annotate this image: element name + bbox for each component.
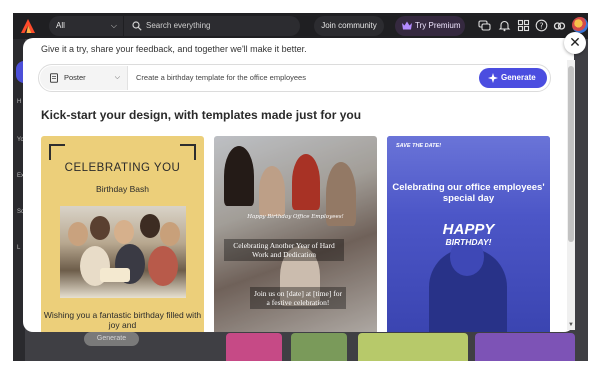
save-the-date-badge: SAVE THE DATE!: [396, 143, 442, 149]
template-card-office-employees[interactable]: Happy Birthday Office Employees! Celebra…: [214, 136, 377, 332]
close-icon[interactable]: ✕: [564, 32, 586, 54]
creative-cloud-icon[interactable]: [553, 19, 566, 32]
join-community-button[interactable]: Join community: [314, 16, 384, 36]
template-card-save-the-date[interactable]: SAVE THE DATE! Celebrating our office em…: [387, 136, 550, 332]
template-title: Celebrating our office employees' specia…: [392, 182, 545, 204]
help-icon[interactable]: ?: [535, 19, 548, 32]
search-icon: [132, 21, 142, 31]
background-template-tile[interactable]: [291, 333, 347, 361]
template-body-text: Wishing you a fantastic birthday filled …: [43, 310, 202, 330]
chevron-down-icon: ⌵: [110, 21, 117, 30]
chat-icon[interactable]: [478, 19, 491, 32]
format-value: Poster: [64, 73, 86, 82]
sparkle-icon: [488, 73, 498, 83]
search-scope-select[interactable]: All ⌵: [49, 16, 123, 36]
modal-scrollbar[interactable]: ▼: [567, 60, 575, 330]
svg-text:?: ?: [539, 21, 543, 30]
frame-corner: [49, 144, 65, 160]
happy-text: HAPPY: [442, 221, 495, 238]
birthday-text: BIRTHDAY!: [445, 237, 492, 247]
chevron-down-icon: ⌵: [114, 74, 120, 81]
prompt-bar: Poster ⌵ Create a birthday template for …: [38, 64, 551, 92]
modal-intro-text: Give it a try, share your feedback, and …: [41, 44, 307, 54]
sidebar-item-label[interactable]: H: [17, 99, 21, 105]
happy-birthday-banner: HAPPY BIRTHDAY!: [387, 222, 550, 247]
poster-format-icon: [50, 73, 58, 83]
generate-button[interactable]: Generate: [479, 68, 547, 88]
try-premium-button[interactable]: Try Premium: [395, 16, 465, 36]
search-scope-value: All: [56, 21, 65, 30]
bell-icon[interactable]: [498, 19, 511, 32]
scroll-down-icon[interactable]: ▼: [567, 322, 575, 328]
user-avatar[interactable]: [572, 17, 588, 33]
try-premium-label: Try Premium: [415, 21, 461, 30]
background-template-tile[interactable]: [226, 333, 282, 361]
template-message-box: Join us on [date] at [time] for a festiv…: [250, 287, 346, 309]
background-generate-button[interactable]: Generate: [84, 332, 139, 346]
scrollbar-thumb[interactable]: [568, 66, 574, 242]
generate-label: Generate: [501, 73, 536, 82]
crown-icon: [402, 21, 412, 30]
templates-heading: Kick-start your design, with templates m…: [41, 108, 362, 122]
top-bar: All ⌵ Search everything Join community T…: [13, 13, 588, 39]
prompt-input[interactable]: Create a birthday template for the offic…: [136, 65, 306, 91]
background-template-tile[interactable]: [475, 333, 575, 361]
generate-template-modal: Give it a try, share your feedback, and …: [23, 38, 574, 332]
template-message-box: Celebrating Another Year of Hard Work an…: [224, 239, 344, 261]
template-subtitle: Birthday Bash: [96, 184, 149, 194]
grid-apps-icon[interactable]: [517, 19, 530, 32]
party-group-photo: [60, 206, 186, 298]
template-card-celebrating-you[interactable]: CELEBRATING YOU Birthday Bash Wishing yo…: [41, 136, 204, 332]
frame-corner: [180, 144, 196, 160]
search-input[interactable]: Search everything: [123, 16, 300, 36]
template-title: CELEBRATING YOU: [64, 162, 181, 174]
format-select[interactable]: Poster ⌵: [40, 66, 128, 90]
search-placeholder: Search everything: [146, 21, 211, 30]
template-tagline: Happy Birthday Office Employees!: [247, 214, 344, 220]
background-template-tile[interactable]: [358, 333, 468, 361]
sidebar-item-label[interactable]: L: [17, 245, 20, 251]
logo-icon[interactable]: [20, 18, 36, 34]
